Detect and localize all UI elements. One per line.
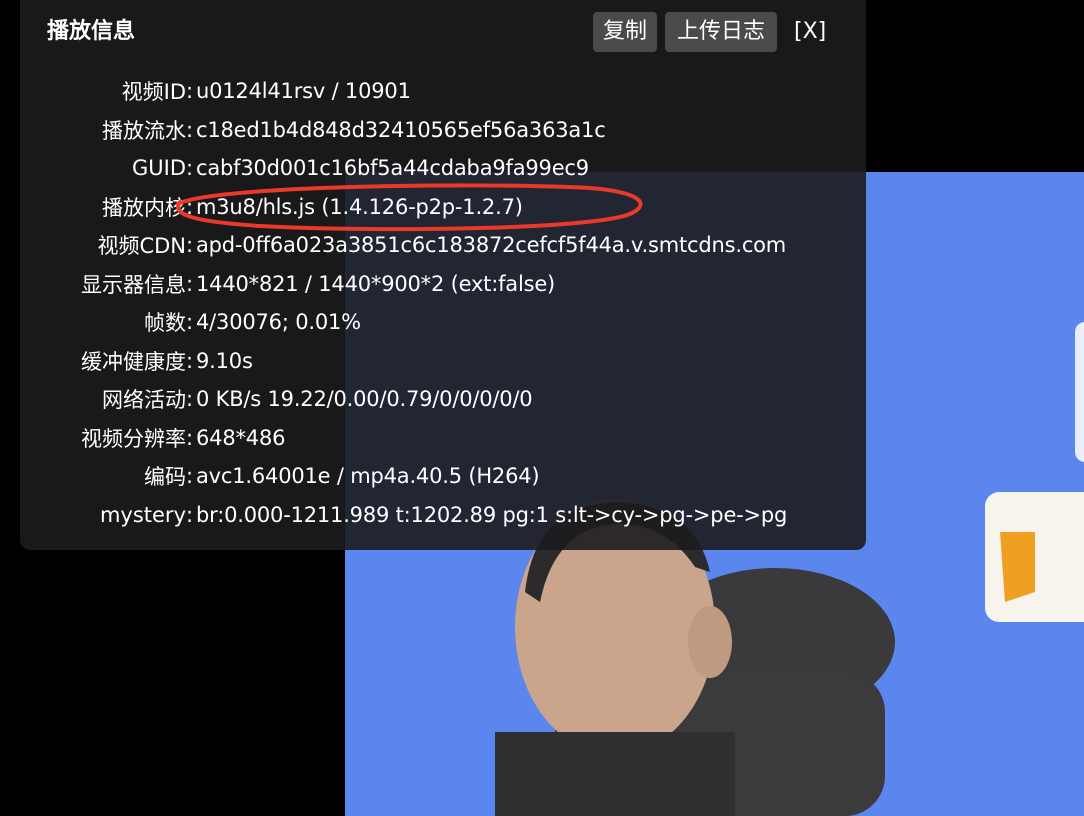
- info-label: 播放内核: [102, 195, 186, 220]
- info-row-frames: 帧数: 4/30076; 0.01%: [20, 303, 866, 342]
- info-value: m3u8/hls.js (1.4.126-p2p-1.2.7): [196, 194, 523, 219]
- info-value: 4/30076; 0.01%: [196, 310, 361, 335]
- info-label: GUID: [131, 156, 186, 181]
- info-label: 缓冲健康度: [81, 349, 186, 374]
- info-row-display-info: 显示器信息: 1440*821 / 1440*900*2 (ext:false): [20, 265, 866, 304]
- info-row-video-cdn: 视频CDN: apd-0ff6a023a3851c6c183872cefcf5f…: [20, 226, 866, 265]
- info-label: 编码: [144, 465, 186, 490]
- info-label: 视频ID: [121, 80, 186, 105]
- copy-button[interactable]: 复制: [593, 12, 657, 52]
- info-value: avc1.64001e / mp4a.40.5 (H264): [196, 464, 540, 489]
- close-button[interactable]: [X]: [790, 12, 830, 52]
- player-stage: 播放信息 复制 上传日志 [X] 视频ID: u0124l41rsv / 109…: [0, 0, 1084, 816]
- info-label: 视频分辨率: [81, 426, 186, 451]
- upload-log-button[interactable]: 上传日志: [665, 12, 777, 52]
- info-value: 9.10s: [196, 348, 253, 373]
- info-label: mystery: [99, 502, 186, 527]
- playback-info-panel: 播放信息 复制 上传日志 [X] 视频ID: u0124l41rsv / 109…: [20, 0, 866, 550]
- info-label: 显示器信息: [81, 272, 186, 297]
- info-row-resolution: 视频分辨率: 648*486: [20, 419, 866, 458]
- info-label: 帧数: [144, 311, 186, 336]
- info-value: 0 KB/s 19.22/0.00/0.79/0/0/0/0/0: [196, 387, 533, 412]
- info-row-play-serial: 播放流水: c18ed1b4d848d32410565ef56a363a1c: [20, 111, 866, 150]
- person-jacket: [495, 732, 735, 816]
- info-label: 播放流水: [102, 118, 186, 143]
- info-row-player-core: 播放内核: m3u8/hls.js (1.4.126-p2p-1.2.7): [20, 188, 866, 227]
- info-label: 视频CDN: [97, 234, 186, 259]
- info-value: u0124l41rsv / 10901: [196, 79, 411, 104]
- info-value: 648*486: [196, 425, 286, 450]
- info-row-video-id: 视频ID: u0124l41rsv / 10901: [20, 72, 866, 111]
- info-row-codec: 编码: avc1.64001e / mp4a.40.5 (H264): [20, 457, 866, 496]
- info-row-buffer-health: 缓冲健康度: 9.10s: [20, 342, 866, 381]
- person-ear: [688, 606, 732, 678]
- info-row-guid: GUID: cabf30d001c16bf5a44cdaba9fa99ec9: [20, 149, 866, 188]
- info-value: apd-0ff6a023a3851c6c183872cefcf5f44a.v.s…: [196, 233, 787, 258]
- info-label: 网络活动: [102, 388, 186, 413]
- info-value: c18ed1b4d848d32410565ef56a363a1c: [196, 117, 606, 142]
- video-sign-glyph: [1000, 532, 1035, 602]
- info-list: 视频ID: u0124l41rsv / 10901 播放流水: c18ed1b4…: [20, 72, 866, 534]
- panel-title: 播放信息: [47, 19, 136, 44]
- info-row-mystery: mystery: br:0.000-1211.989 t:1202.89 pg:…: [20, 496, 866, 535]
- info-row-network-activity: 网络活动: 0 KB/s 19.22/0.00/0.79/0/0/0/0/0: [20, 380, 866, 419]
- info-value: cabf30d001c16bf5a44cdaba9fa99ec9: [196, 156, 589, 181]
- video-sign-edge: [1075, 322, 1084, 462]
- info-value: 1440*821 / 1440*900*2 (ext:false): [196, 271, 556, 296]
- info-value: br:0.000-1211.989 t:1202.89 pg:1 s:lt->c…: [196, 502, 788, 527]
